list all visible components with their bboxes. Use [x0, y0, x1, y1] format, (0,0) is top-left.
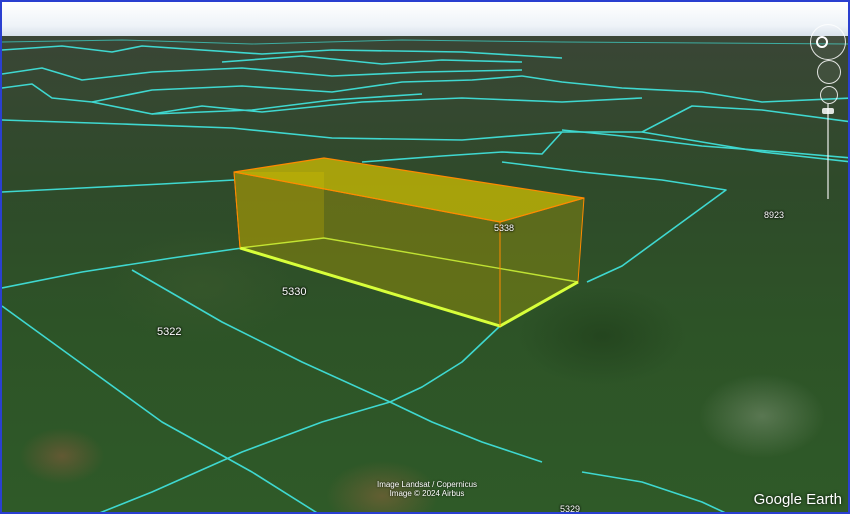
navigation-controls[interactable]	[808, 24, 848, 199]
parcel-boundary-far-7	[521, 75, 848, 103]
parcel-boundary-left-upper	[2, 179, 235, 193]
attribution-line-2: Image © 2024 Airbus	[389, 489, 465, 498]
parcel-boundary-right-3	[561, 129, 848, 159]
parcel-label-5322: 5322	[157, 326, 182, 338]
parcel-boundary-far-1	[2, 45, 563, 59]
map-view[interactable]: 5330 5322 5338 8923 5329 Image Landsat /…	[0, 0, 850, 514]
zoom-slider-handle[interactable]	[822, 108, 834, 114]
imagery-attribution: Image Landsat / Copernicus Image © 2024 …	[2, 480, 848, 498]
google-earth-logo: Google Earth	[753, 491, 842, 508]
zoom-slider-track[interactable]	[827, 104, 829, 199]
parcel-label-8923: 8923	[764, 210, 785, 220]
selected-parcel-extrusion	[233, 157, 585, 328]
look-joystick[interactable]	[817, 60, 841, 84]
move-joystick[interactable]	[820, 86, 838, 104]
parcel-label-5338: 5338	[494, 223, 515, 233]
parcel-boundary-left-lower	[2, 247, 243, 289]
parcel-boundary-mid	[2, 119, 642, 141]
parcel-boundary-center	[361, 131, 563, 163]
parcel-boundary-far-3	[221, 55, 523, 65]
parcel-overlay	[2, 39, 848, 512]
parcel-boundary-5329	[389, 401, 543, 463]
parcel-label-5330: 5330	[282, 286, 307, 298]
parcel-boundary-horizon	[2, 39, 848, 45]
compass-north-icon[interactable]	[816, 36, 828, 48]
parcel-boundary-far-2	[2, 67, 523, 81]
parcel-label-5329: 5329	[560, 504, 581, 514]
attribution-line-1: Image Landsat / Copernicus	[376, 480, 478, 489]
